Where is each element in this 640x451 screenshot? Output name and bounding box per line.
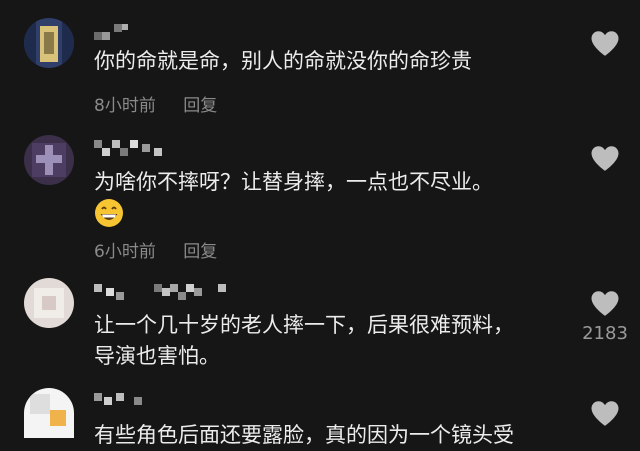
grinning-face-icon [94,198,124,228]
like-button[interactable] [588,145,622,172]
heart-icon [591,31,619,56]
like-button[interactable]: 2183 [582,290,628,344]
like-button[interactable] [588,30,622,57]
avatar[interactable] [24,388,74,438]
reply-button[interactable]: 回复 [183,96,217,116]
comment-meta: 8小时前 回复 [94,91,217,116]
comment-text: 有些角色后面还要露脸，真的因为一个镜头受 [94,423,514,447]
avatar[interactable] [24,18,74,68]
avatar[interactable] [24,278,74,328]
like-button[interactable] [588,400,622,427]
comment-text: 为啥你不摔呀？让替身摔，一点也不尽业。 [94,170,493,194]
username-pixelated[interactable] [94,393,154,409]
username-pixelated[interactable] [94,24,130,40]
like-count: 2183 [582,323,628,344]
comment-meta: 6小时前 回复 [94,237,217,262]
comment-time: 6小时前 [94,242,156,262]
avatar[interactable] [24,135,74,185]
comment-time: 8小时前 [94,96,156,116]
username-pixelated[interactable] [94,140,166,156]
comment-text: 你的命就是命，别人的命就没你的命珍贵 [94,49,472,73]
comment-text: 让一个几十岁的老人摔一下，后果很难预料， 导演也害怕。 [94,313,514,368]
heart-icon [591,401,619,426]
reply-button[interactable]: 回复 [183,242,217,262]
heart-icon [591,291,619,316]
heart-icon [591,146,619,171]
username-pixelated[interactable] [94,284,234,300]
